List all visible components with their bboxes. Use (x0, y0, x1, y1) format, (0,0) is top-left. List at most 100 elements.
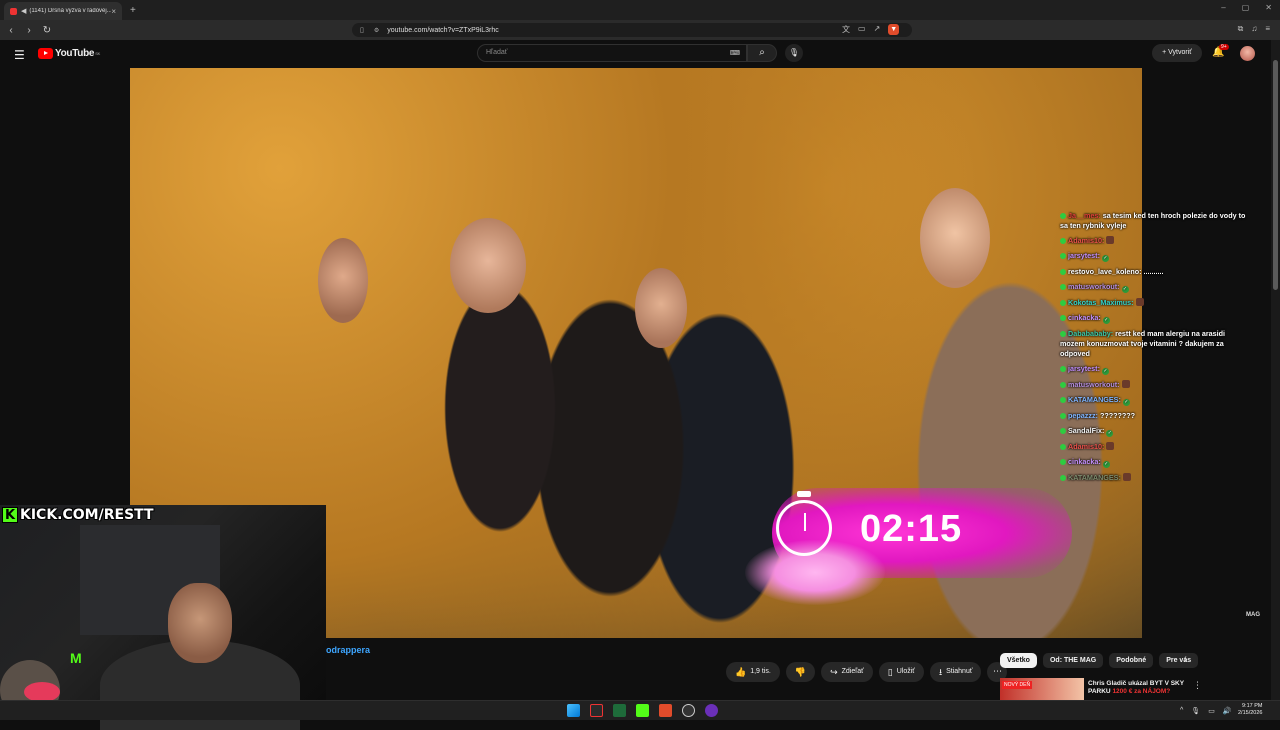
chat-message: pepazzz: ???????? (1060, 411, 1250, 421)
media-icon[interactable]: ♫ (1251, 24, 1257, 34)
youtube-play-icon (38, 48, 53, 59)
cast-icon[interactable]: ▭ (858, 24, 866, 35)
menu-icon[interactable]: ≡ (1265, 24, 1270, 34)
tray-chevron-icon[interactable]: ^ (1180, 707, 1183, 715)
like-button[interactable]: 👍 1,9 tis. (726, 662, 780, 682)
volume-icon[interactable]: 🔊 (1223, 707, 1232, 715)
chat-username: jarsytest: (1068, 251, 1100, 260)
streamer-face (168, 583, 232, 663)
chat-badge-icon (1060, 382, 1066, 388)
recommendation-title-price: 1200 € za NÁJOM? (1110, 688, 1171, 695)
download-button[interactable]: ⭳ Stiahnuť (929, 662, 982, 682)
share-page-icon[interactable]: ↗ (874, 24, 881, 35)
chat-text: .......... (1141, 267, 1164, 276)
keyboard-icon[interactable]: ⌨ (730, 49, 740, 57)
filter-chip[interactable]: Všetko (1000, 653, 1037, 668)
taskbar-clock[interactable]: 9:17 PM 2/15/2026 (1238, 703, 1262, 717)
chat-message: matusworkout: ✓ (1060, 282, 1250, 293)
chat-message: cinkacka: ✓ (1060, 457, 1250, 468)
url-actions: 文 ▭ ↗ ▼ (842, 24, 900, 35)
window-controls: – ▢ ✕ (1221, 3, 1272, 12)
notification-badge: 9+ (1219, 44, 1229, 50)
filter-chip[interactable]: Pre vás (1159, 653, 1199, 668)
speaker-icon[interactable]: ◀ (21, 7, 26, 15)
windows-start-icon[interactable] (567, 704, 580, 717)
app-icon[interactable] (590, 704, 603, 717)
youtube-favicon-icon (10, 7, 17, 15)
chat-message: matusworkout: (1060, 380, 1250, 390)
extensions-icon[interactable]: ⧉ (1238, 24, 1244, 34)
chat-username: cinkacka: (1068, 457, 1101, 466)
chat-emote-icon: ✓ (1102, 317, 1110, 324)
stopwatch-hand (804, 513, 806, 531)
create-button[interactable]: + Vytvoriť (1152, 44, 1202, 62)
voice-search-button[interactable]: 🎙 (785, 44, 803, 62)
maximize-icon[interactable]: ▢ (1242, 3, 1250, 12)
url-field[interactable]: ▯ ⚙ youtube.com/watch?v=ZTxP9iL3rhc (352, 23, 912, 37)
chat-message: cinkacka: ✓ (1060, 313, 1250, 324)
search-placeholder: Hľadať (486, 49, 508, 56)
hamburger-menu-icon[interactable]: ☰ (14, 48, 25, 62)
bookmark-icon[interactable]: ▯ (360, 26, 364, 34)
tab-close-button[interactable]: × (111, 7, 116, 16)
recommendation-title[interactable]: Chris Gladič ukázal BYT V SKY PARKU 1200… (1088, 680, 1188, 696)
youtube-logo[interactable]: YouTube SK (38, 48, 100, 59)
dislike-button[interactable]: 👎 (785, 662, 816, 682)
video-title-fragment[interactable]: odrappera (326, 645, 370, 655)
chat-username: Adamis10: (1068, 236, 1105, 245)
browser-tab[interactable]: ◀ (1141) Drsná výzva v ľadovej... × (4, 2, 122, 20)
search-button[interactable]: ⌕ (747, 44, 777, 62)
brave-shield-icon[interactable]: ▼ (888, 24, 900, 35)
page-scrollbar[interactable] (1271, 40, 1280, 700)
kick-app-icon[interactable] (636, 704, 649, 717)
translate-icon[interactable]: 文 (842, 24, 850, 35)
back-icon[interactable]: ‹ (4, 25, 18, 36)
minimize-icon[interactable]: – (1221, 3, 1225, 12)
close-window-icon[interactable]: ✕ (1265, 3, 1272, 12)
new-tab-button[interactable]: + (130, 5, 136, 16)
chat-badge-icon (1060, 459, 1066, 465)
network-icon[interactable]: ▭ (1208, 707, 1215, 715)
app-icon[interactable] (613, 704, 626, 717)
kick-banner: K KICK.COM/RESTT (2, 507, 154, 523)
chat-badge-icon (1060, 397, 1066, 403)
search-input[interactable]: Hľadať ⌨ (477, 44, 747, 62)
app-icon[interactable] (705, 704, 718, 717)
like-count: 1,9 tis. (750, 668, 771, 675)
share-button[interactable]: ↪ Zdieľať (821, 662, 873, 682)
person-face (920, 188, 990, 288)
chat-emote-icon (1135, 298, 1144, 306)
chat-username: jarsytest: (1068, 364, 1100, 373)
avatar[interactable] (1240, 46, 1255, 61)
recommendation-thumbnail[interactable]: NOVÝ DEŇ (1000, 678, 1084, 700)
chat-emote-icon: ✓ (1121, 286, 1129, 293)
chevron-right-icon[interactable]: › (1184, 654, 1187, 665)
save-button[interactable]: ▯ Uložiť (878, 662, 924, 682)
app-icon[interactable] (682, 704, 695, 717)
save-icon: ▯ (887, 667, 893, 677)
notifications-button[interactable]: 🔔 9+ (1212, 44, 1229, 58)
forward-icon[interactable]: › (22, 25, 36, 36)
chat-username: matusworkout: (1068, 380, 1120, 389)
thumbs-down-icon: 👎 (794, 667, 807, 677)
chat-message: KATAMANGES: (1060, 473, 1250, 483)
filter-chip[interactable]: Od: THE MAG (1042, 653, 1104, 668)
chat-badge-icon (1060, 331, 1066, 337)
recommendation-menu-icon[interactable]: ⋮ (1193, 680, 1202, 691)
share-icon: ↪ (830, 667, 838, 677)
brave-browser-icon[interactable] (659, 704, 672, 717)
browser-tab-strip: ◀ (1141) Drsná výzva v ľadovej... × + – … (0, 0, 1280, 20)
reload-icon[interactable]: ↻ (40, 25, 54, 36)
mic-tray-icon[interactable]: 🎙 (1191, 707, 1200, 715)
download-label: Stiahnuť (946, 668, 973, 675)
site-info-icon[interactable]: ⚙ (374, 27, 379, 34)
person-face (635, 268, 687, 348)
chat-message: Ja__mes: sa tesim ked ten hroch polezie … (1060, 211, 1250, 231)
scrollbar-thumb[interactable] (1273, 60, 1278, 290)
youtube-header: ☰ YouTube SK Hľadať ⌨ ⌕ 🎙 + Vytvoriť 🔔 9… (0, 40, 1280, 68)
chat-message: Dababababy: restt ked mam alergiu na ara… (1060, 329, 1250, 359)
system-tray: ^ 🎙 ▭ 🔊 (1180, 707, 1232, 715)
filter-chip[interactable]: Podobné (1109, 653, 1154, 668)
tab-title: (1141) Drsná výzva v ľadovej... (29, 8, 112, 14)
chat-message: SandalFix: ✓ (1060, 426, 1250, 437)
